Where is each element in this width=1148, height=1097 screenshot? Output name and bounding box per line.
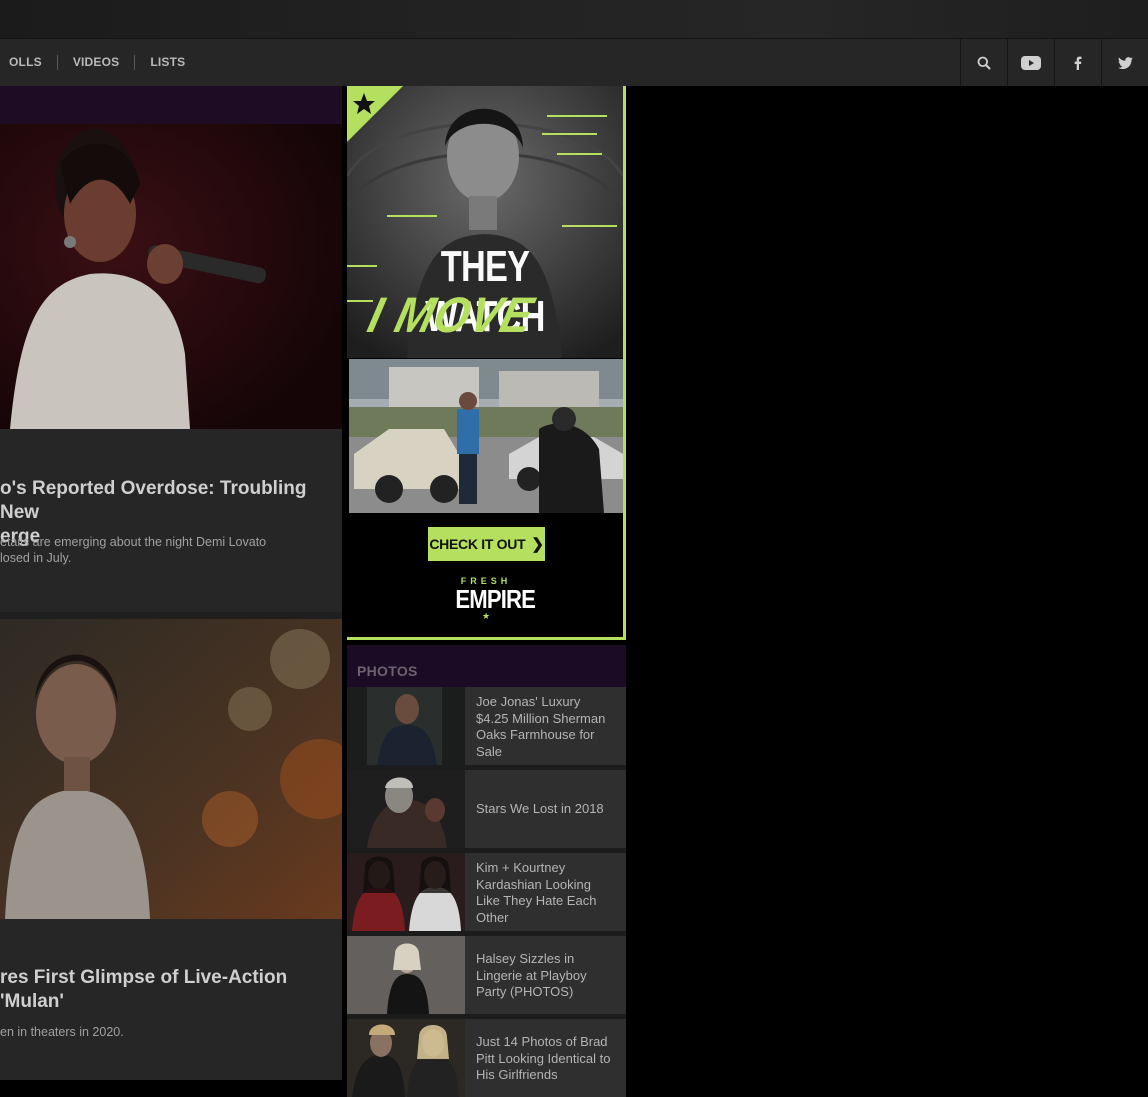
article-image[interactable] xyxy=(0,124,342,429)
nav-link-lists[interactable]: LISTS xyxy=(135,55,200,70)
main-nav-bar: OLLS VIDEOS LISTS xyxy=(0,39,1148,86)
photo-caption[interactable]: Kim + Kourtney Kardashian Looking Like T… xyxy=(476,860,618,926)
photos-heading[interactable]: PHOTOS xyxy=(357,663,418,679)
photo-caption[interactable]: Stars We Lost in 2018 xyxy=(476,801,618,818)
advertisement[interactable]: THEY WATCH I MOVE CHECK IT OUT ❯ FRESH E xyxy=(347,86,626,640)
chevron-right-icon: ❯ xyxy=(531,536,544,553)
photo-list-item[interactable]: Just 14 Photos of Brad Pitt Looking Iden… xyxy=(347,1019,626,1097)
article-excerpt: en in theaters in 2020. xyxy=(0,1025,124,1039)
youtube-icon[interactable] xyxy=(1007,39,1054,86)
photo-thumbnail[interactable] xyxy=(347,936,465,1014)
ad-hero-image[interactable]: THEY WATCH I MOVE xyxy=(347,86,623,358)
article-column: o's Reported Overdose: Troubling New erg… xyxy=(0,86,342,1080)
site-header-bar xyxy=(0,0,1148,39)
nav-icons xyxy=(960,39,1148,86)
ad-subheadline: I MOVE xyxy=(362,287,540,343)
article-card[interactable]: res First Glimpse of Live-Action 'Mulan'… xyxy=(0,619,342,1080)
article-image[interactable] xyxy=(0,619,342,919)
search-icon[interactable] xyxy=(960,39,1007,86)
photo-caption[interactable]: Just 14 Photos of Brad Pitt Looking Iden… xyxy=(476,1034,618,1084)
photo-list-item[interactable]: Stars We Lost in 2018 xyxy=(347,770,626,848)
photo-caption[interactable]: Joe Jonas' Luxury $4.25 Million Sherman … xyxy=(476,694,618,760)
article-card[interactable]: o's Reported Overdose: Troubling New erg… xyxy=(0,124,342,612)
article-excerpt: etails are emerging about the night Demi… xyxy=(0,535,267,565)
ad-logo-big-text: EMPIRE xyxy=(455,584,536,614)
photos-widget: PHOTOS Joe Jonas' Luxury $4.25 Million S… xyxy=(347,645,626,1097)
photo-thumbnail[interactable] xyxy=(347,853,465,931)
photo-thumbnail[interactable] xyxy=(347,1019,465,1097)
photo-list-item[interactable]: Joe Jonas' Luxury $4.25 Million Sherman … xyxy=(347,687,626,765)
column-header xyxy=(0,86,342,124)
photo-caption[interactable]: Halsey Sizzles in Lingerie at Playboy Pa… xyxy=(476,951,618,1001)
ad-photo[interactable] xyxy=(349,359,623,513)
photo-list-item[interactable]: Kim + Kourtney Kardashian Looking Like T… xyxy=(347,853,626,931)
ad-cta-label: CHECK IT OUT xyxy=(429,536,526,552)
nav-link-polls[interactable]: OLLS xyxy=(0,55,58,70)
photo-thumbnail[interactable] xyxy=(347,770,465,848)
ad-brand-logo[interactable]: FRESH EMPIRE ★ xyxy=(450,576,536,628)
nav-links: OLLS VIDEOS LISTS xyxy=(0,39,200,86)
article-title[interactable]: res First Glimpse of Live-Action 'Mulan' xyxy=(0,966,335,1014)
facebook-icon[interactable] xyxy=(1054,39,1101,86)
photo-list-item[interactable]: Halsey Sizzles in Lingerie at Playboy Pa… xyxy=(347,936,626,1014)
photos-header: PHOTOS xyxy=(347,645,626,687)
photo-thumbnail[interactable] xyxy=(347,687,465,765)
ad-cta-button[interactable]: CHECK IT OUT ❯ xyxy=(428,527,545,561)
twitter-icon[interactable] xyxy=(1101,39,1148,86)
nav-link-videos[interactable]: VIDEOS xyxy=(58,55,136,70)
